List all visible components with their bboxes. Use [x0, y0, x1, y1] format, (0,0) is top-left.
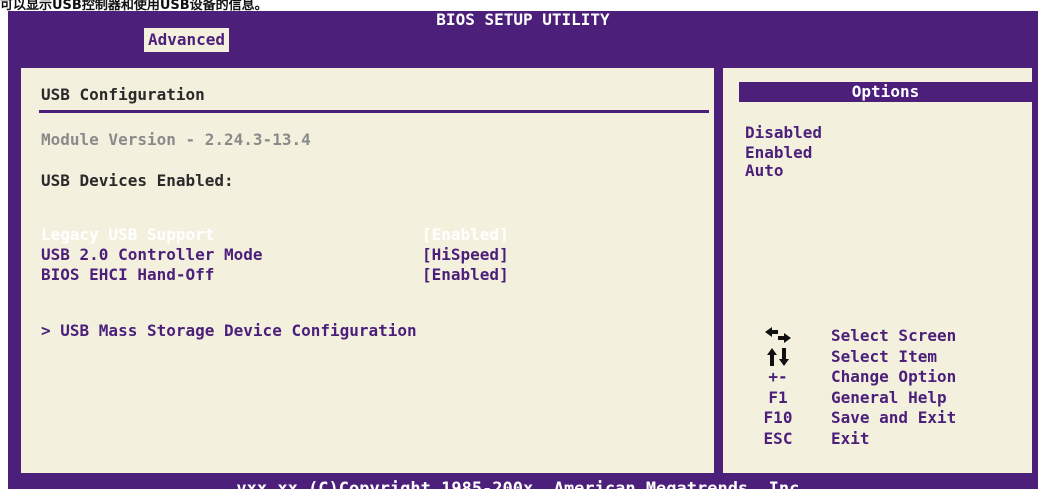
- setting-legacy-usb-support[interactable]: Legacy USB Support [Enabled]: [41, 226, 661, 244]
- help-panel: Options Disabled Enabled Auto Select Scr…: [721, 66, 1034, 475]
- key-name: ESC: [763, 428, 793, 448]
- up-down-arrows-icon: [743, 347, 813, 366]
- key-description: Select Screen: [831, 326, 957, 345]
- module-version: Module Version - 2.24.3-13.4: [41, 130, 311, 149]
- option-item[interactable]: Enabled: [745, 144, 812, 162]
- key-legend: Select Screen Select Item +- Change Opti…: [743, 326, 1033, 449]
- bios-window: BIOS SETUP UTILITY Advanced USB Configur…: [8, 10, 1038, 498]
- setting-label: Legacy USB Support: [41, 225, 215, 244]
- bios-title: BIOS SETUP UTILITY: [436, 10, 610, 29]
- key-row: Select Item: [743, 347, 1033, 368]
- options-header: Options: [739, 82, 1032, 102]
- title-divider: [39, 110, 709, 113]
- key-description: Exit: [831, 428, 870, 448]
- setting-bios-ehci-hand-off[interactable]: BIOS EHCI Hand-Off [Enabled]: [41, 266, 661, 284]
- setting-label: BIOS EHCI Hand-Off: [41, 265, 215, 284]
- setting-label: USB 2.0 Controller Mode: [41, 245, 263, 264]
- tab-advanced[interactable]: Advanced: [144, 28, 230, 52]
- setting-value[interactable]: [Enabled]: [422, 266, 509, 284]
- option-item[interactable]: Auto: [745, 162, 784, 180]
- key-description: General Help: [831, 387, 947, 407]
- main-panel: USB Configuration Module Version - 2.24.…: [19, 66, 716, 475]
- key-description: Change Option: [831, 367, 957, 386]
- setting-value[interactable]: [Enabled]: [422, 226, 509, 244]
- setting-usb-controller-mode[interactable]: USB 2.0 Controller Mode [HiSpeed]: [41, 246, 661, 264]
- key-row: ESC Exit: [743, 429, 1033, 450]
- option-item[interactable]: Disabled: [745, 124, 822, 142]
- key-row: Select Screen: [743, 326, 1033, 347]
- copyright-footer: vxx.xx (C)Copyright 1985-200x, American …: [236, 479, 810, 499]
- key-description: Select Item: [831, 346, 937, 366]
- key-description: Save and Exit: [831, 408, 957, 427]
- setting-value[interactable]: [HiSpeed]: [422, 246, 509, 264]
- left-right-arrows-icon: [743, 326, 813, 343]
- usb-devices-enabled-label: USB Devices Enabled:: [41, 171, 234, 190]
- key-row: +- Change Option: [743, 367, 1033, 388]
- section-title: USB Configuration: [41, 85, 205, 104]
- key-name: +-: [768, 367, 788, 386]
- key-name: F1: [768, 387, 788, 407]
- key-row: F10 Save and Exit: [743, 408, 1033, 429]
- key-row: F1 General Help: [743, 388, 1033, 409]
- key-name: F10: [763, 408, 793, 427]
- submenu-usb-mass-storage[interactable]: > USB Mass Storage Device Configuration: [41, 322, 417, 340]
